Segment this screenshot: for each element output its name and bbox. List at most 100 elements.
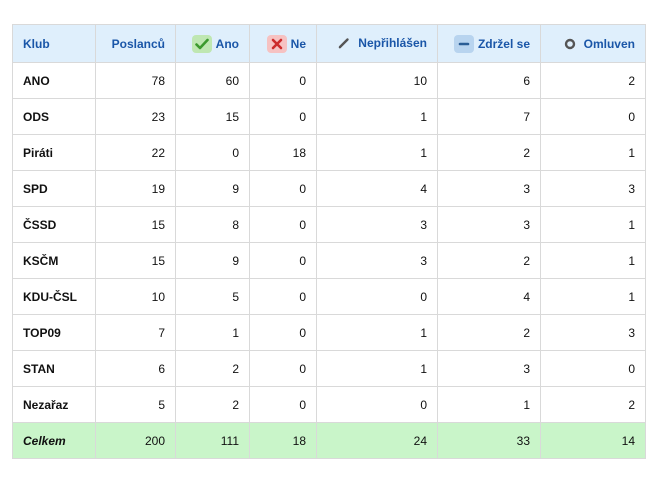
header-deputies[interactable]: Poslanců [95, 24, 176, 63]
cell-abstained: 3 [437, 350, 541, 387]
cell-yes: 1 [175, 314, 250, 351]
cell-excused: 0 [540, 350, 646, 387]
cell-excused: 1 [540, 242, 646, 279]
cell-not-logged: 4 [316, 170, 438, 207]
cell-abstained: 6 [437, 62, 541, 99]
pencil-icon [334, 34, 354, 52]
cell-excused: 1 [540, 278, 646, 315]
total-excused: 14 [540, 422, 646, 459]
cell-no: 0 [249, 98, 317, 135]
cell-yes: 0 [175, 134, 250, 171]
cell-deputies: 15 [95, 206, 176, 243]
cell-not-logged: 0 [316, 278, 438, 315]
cell-deputies: 23 [95, 98, 176, 135]
cell-no: 0 [249, 386, 317, 423]
cell-abstained: 3 [437, 206, 541, 243]
cell-abstained: 3 [437, 170, 541, 207]
total-abstained: 33 [437, 422, 541, 459]
cell-abstained: 1 [437, 386, 541, 423]
header-club[interactable]: Klub [12, 24, 96, 63]
table-row: ČSSD 15 8 0 3 3 1 [12, 206, 646, 243]
total-deputies: 200 [95, 422, 176, 459]
cell-club: KDU-ČSL [12, 278, 96, 315]
cell-yes: 15 [175, 98, 250, 135]
minus-icon [453, 34, 474, 53]
total-no: 18 [249, 422, 317, 459]
cell-deputies: 7 [95, 314, 176, 351]
cell-deputies: 19 [95, 170, 176, 207]
cell-excused: 1 [540, 134, 646, 171]
header-abstained-label: Zdržel se [477, 36, 530, 51]
check-icon [191, 34, 212, 53]
total-label: Celkem [12, 422, 96, 459]
cell-not-logged: 1 [316, 314, 438, 351]
cell-excused: 1 [540, 206, 646, 243]
cell-no: 0 [249, 206, 317, 243]
cell-not-logged: 1 [316, 350, 438, 387]
cell-yes: 5 [175, 278, 250, 315]
cell-not-logged: 10 [316, 62, 438, 99]
cell-yes: 9 [175, 242, 250, 279]
table-row: KSČM 15 9 0 3 2 1 [12, 242, 646, 279]
cell-abstained: 7 [437, 98, 541, 135]
header-excused-label: Omluven [583, 36, 635, 51]
cell-excused: 0 [540, 98, 646, 135]
header-no-label: Ne [290, 36, 306, 51]
total-yes: 111 [175, 422, 250, 459]
cell-excused: 2 [540, 386, 646, 423]
cell-club: Nezařaz [12, 386, 96, 423]
table-row: ANO 78 60 0 10 6 2 [12, 62, 646, 99]
cell-club: KSČM [12, 242, 96, 279]
vote-results-table: Klub Poslanců Ano Ne Nepřihlášen Zdržel … [12, 24, 646, 459]
cell-not-logged: 3 [316, 242, 438, 279]
cell-club: STAN [12, 350, 96, 387]
cell-club: TOP09 [12, 314, 96, 351]
header-yes[interactable]: Ano [175, 24, 250, 63]
cell-deputies: 22 [95, 134, 176, 171]
header-excused[interactable]: Omluven [540, 24, 646, 63]
table-row: Piráti 22 0 18 1 2 1 [12, 134, 646, 171]
header-deputies-label: Poslanců [111, 36, 165, 51]
cell-club: ČSSD [12, 206, 96, 243]
table-row: STAN 6 2 0 1 3 0 [12, 350, 646, 387]
cell-excused: 3 [540, 170, 646, 207]
table-row: TOP09 7 1 0 1 2 3 [12, 314, 646, 351]
cell-no: 0 [249, 62, 317, 99]
cell-not-logged: 1 [316, 134, 438, 171]
table-header-row: Klub Poslanců Ano Ne Nepřihlášen Zdržel … [12, 24, 646, 63]
total-row: Celkem 200 111 18 24 33 14 [12, 422, 646, 459]
cell-yes: 60 [175, 62, 250, 99]
cell-deputies: 5 [95, 386, 176, 423]
cell-no: 0 [249, 242, 317, 279]
cell-no: 0 [249, 170, 317, 207]
cell-no: 0 [249, 314, 317, 351]
total-not-logged: 24 [316, 422, 438, 459]
cell-not-logged: 1 [316, 98, 438, 135]
header-abstained[interactable]: Zdržel se [437, 24, 541, 63]
cell-not-logged: 3 [316, 206, 438, 243]
cell-deputies: 10 [95, 278, 176, 315]
cell-yes: 2 [175, 350, 250, 387]
cell-yes: 9 [175, 170, 250, 207]
cell-club: SPD [12, 170, 96, 207]
cell-not-logged: 0 [316, 386, 438, 423]
table-row: Nezařaz 5 2 0 0 1 2 [12, 386, 646, 423]
cross-icon [266, 34, 287, 53]
cell-abstained: 2 [437, 314, 541, 351]
cell-abstained: 2 [437, 134, 541, 171]
cell-excused: 2 [540, 62, 646, 99]
header-not-logged[interactable]: Nepřihlášen [316, 24, 438, 63]
header-yes-label: Ano [215, 36, 239, 51]
vote-results-panel: Klub Poslanců Ano Ne Nepřihlášen Zdržel … [12, 24, 646, 459]
header-not-logged-label: Nepřihlášen [358, 36, 427, 50]
cell-club: Piráti [12, 134, 96, 171]
header-no[interactable]: Ne [249, 24, 317, 63]
cell-deputies: 6 [95, 350, 176, 387]
cell-club: ODS [12, 98, 96, 135]
header-club-label: Klub [23, 36, 50, 51]
cell-club: ANO [12, 62, 96, 99]
cell-abstained: 2 [437, 242, 541, 279]
cell-no: 0 [249, 350, 317, 387]
cell-deputies: 15 [95, 242, 176, 279]
table-row: ODS 23 15 0 1 7 0 [12, 98, 646, 135]
